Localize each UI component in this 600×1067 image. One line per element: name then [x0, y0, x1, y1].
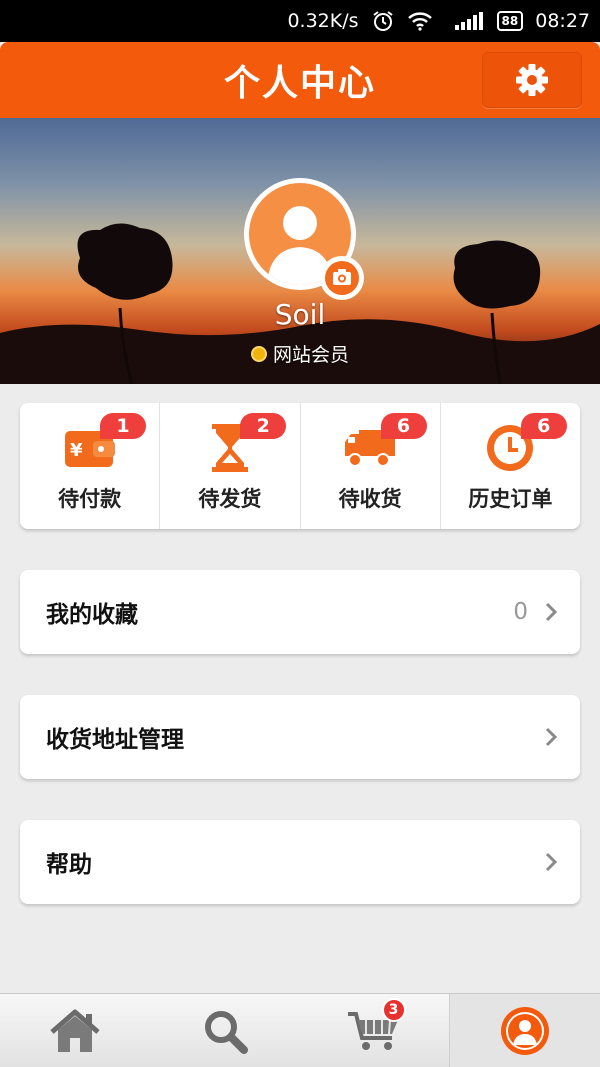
svg-text:¥: ¥ — [70, 440, 83, 461]
member-level: 网站会员 — [0, 340, 600, 367]
home-icon — [50, 1009, 100, 1052]
menu-item-label: 我的收藏 — [46, 602, 138, 628]
member-level-label: 网站会员 — [272, 344, 349, 366]
tab-home[interactable] — [0, 994, 150, 1067]
order-label: 待收货 — [338, 487, 402, 511]
chevron-right-icon — [545, 727, 558, 747]
count-badge: 6 — [520, 413, 567, 439]
menu-item-favorites[interactable]: 我的收藏 0 — [20, 570, 580, 654]
page-title: 个人中心 — [223, 63, 376, 104]
menu-item-label: 收货地址管理 — [46, 727, 184, 753]
count-badge: 1 — [100, 413, 146, 439]
member-medal-icon — [250, 345, 267, 362]
profile-banner: Soil 网站会员 — [0, 118, 600, 384]
menu-item-help[interactable]: 帮助 — [20, 820, 580, 904]
wifi-icon — [407, 11, 433, 31]
camera-icon — [325, 261, 359, 295]
app-header: 个人中心 — [0, 42, 600, 118]
network-speed: 0.32K/s — [287, 10, 359, 32]
chevron-right-icon — [545, 602, 558, 622]
chevron-right-icon — [545, 852, 558, 872]
order-label: 历史订单 — [468, 487, 553, 511]
status-bar: 0.32K/s 88 08:27 — [0, 0, 600, 42]
order-status-card: 1 ¥ 待付款 2 待发货 6 待收货 6 历史订单 — [20, 403, 580, 529]
order-label: 待付款 — [58, 487, 122, 511]
clock-time: 08:27 — [535, 10, 590, 32]
bottom-tab-bar: 3 — [0, 993, 600, 1067]
user-icon — [501, 1006, 550, 1055]
alarm-icon — [371, 10, 395, 32]
cart-count-badge: 3 — [381, 998, 406, 1022]
order-pending-shipment[interactable]: 2 待发货 — [159, 403, 299, 529]
menu-item-address[interactable]: 收货地址管理 — [20, 695, 580, 779]
tab-search[interactable] — [150, 994, 300, 1067]
count-badge: 2 — [240, 413, 287, 439]
gear-icon — [516, 64, 548, 96]
tab-cart[interactable]: 3 — [300, 994, 450, 1067]
change-avatar-button[interactable] — [320, 256, 364, 300]
username: Soil — [274, 298, 326, 331]
order-pending-payment[interactable]: 1 ¥ 待付款 — [20, 403, 159, 529]
menu-item-label: 帮助 — [46, 852, 92, 878]
order-label: 待发货 — [198, 487, 262, 511]
tab-profile[interactable] — [449, 994, 600, 1067]
order-pending-receipt[interactable]: 6 待收货 — [299, 403, 440, 529]
favorites-count: 0 — [513, 599, 528, 625]
order-history[interactable]: 6 历史订单 — [439, 403, 580, 529]
search-icon — [204, 1010, 248, 1054]
battery-indicator: 88 — [496, 11, 524, 31]
count-badge: 6 — [380, 413, 427, 439]
settings-button[interactable] — [482, 52, 582, 108]
signal-icon — [445, 11, 485, 31]
